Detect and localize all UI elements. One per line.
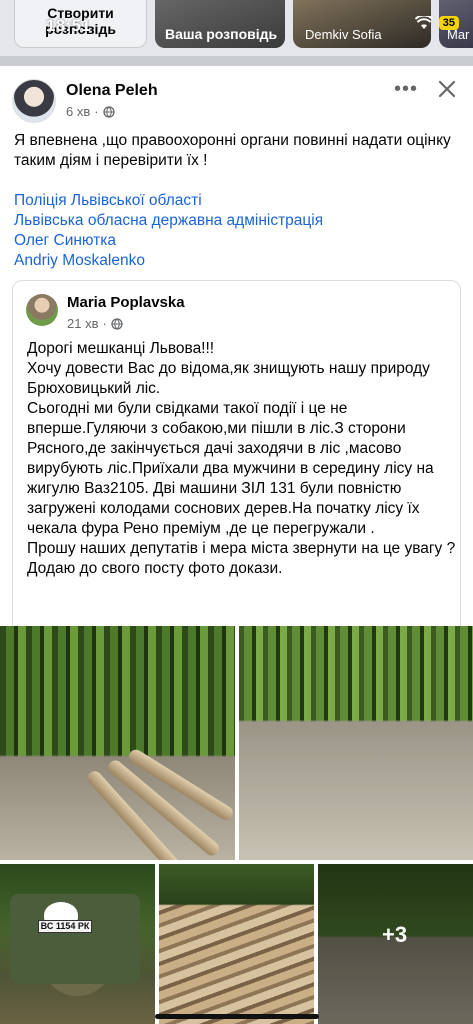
home-indicator[interactable] — [155, 1014, 319, 1019]
tag-link[interactable]: Andriy Moskalenko — [14, 251, 459, 271]
post-tags: Поліція Львівської області Львівська обл… — [14, 191, 459, 271]
photo-truck[interactable]: ВС 1154 РК — [0, 864, 155, 1024]
feed-divider — [0, 56, 473, 66]
status-icons: 35 — [414, 16, 459, 30]
post-header: Olena Peleh 6 хв · ••• — [12, 76, 462, 126]
photo-log-pile[interactable] — [159, 864, 314, 1024]
license-plate: ВС 1154 РК — [38, 920, 92, 933]
your-story-label: Ваша розповідь — [165, 26, 278, 42]
shared-author-avatar[interactable] — [26, 294, 58, 326]
friend-story-card[interactable]: Demkiv Sofia — [293, 0, 431, 48]
shared-paragraph: Хочу довести Вас до відома,як знищують н… — [27, 360, 430, 397]
tag-link[interactable]: Поліція Львівської області — [14, 191, 459, 211]
shared-paragraph: Додаю до свого посту фото докази. — [27, 560, 283, 577]
shared-paragraph: Сьогодні ми були свідками такої події і … — [27, 400, 434, 537]
shared-post[interactable]: Maria Poplavska 21 хв · Дорогі мешканці … — [12, 280, 461, 630]
post-text: Я впевнена ,що правоохоронні органи пови… — [14, 132, 451, 169]
shared-post-author[interactable]: Maria Poplavska — [67, 294, 185, 311]
post-author[interactable]: Olena Peleh — [66, 82, 158, 100]
globe-icon — [111, 317, 123, 330]
your-story-card[interactable]: Ваша розповідь — [155, 0, 285, 48]
more-photos-count: +3 — [382, 922, 408, 947]
author-avatar[interactable] — [12, 79, 56, 123]
post-meta: 6 хв · — [66, 104, 115, 119]
photo-more[interactable]: +3 — [318, 864, 473, 1024]
shared-paragraph: Дорогі мешканці Львова!!! — [27, 340, 215, 357]
photo-grid: ВС 1154 РК +3 — [0, 626, 473, 1024]
more-icon[interactable]: ••• — [394, 78, 418, 101]
tag-link[interactable]: Львівська обласна державна адміністрація — [14, 211, 459, 231]
shared-paragraph: Прошу наших депутатів і мера міста зверн… — [27, 540, 456, 557]
close-icon[interactable] — [434, 76, 460, 102]
shared-post-time[interactable]: 21 хв — [67, 316, 98, 331]
battery-badge: 35 — [438, 16, 459, 30]
stories-strip: Створити розповідь Ваша розповідь Demkiv… — [0, 0, 473, 56]
shared-post-meta: 21 хв · — [67, 316, 123, 331]
post-time[interactable]: 6 хв — [66, 104, 90, 119]
status-time: 18:51 — [46, 16, 91, 35]
friend-story-label: Demkiv Sofia — [305, 27, 382, 42]
globe-icon — [102, 105, 115, 118]
photo-logs-forest[interactable] — [0, 626, 235, 860]
shared-post-text: Дорогі мешканці Львова!!! Хочу довести В… — [27, 339, 459, 579]
tag-link[interactable]: Олег Синютка — [14, 231, 459, 251]
wifi-icon — [414, 16, 433, 29]
photo-forest-road[interactable] — [239, 626, 473, 860]
